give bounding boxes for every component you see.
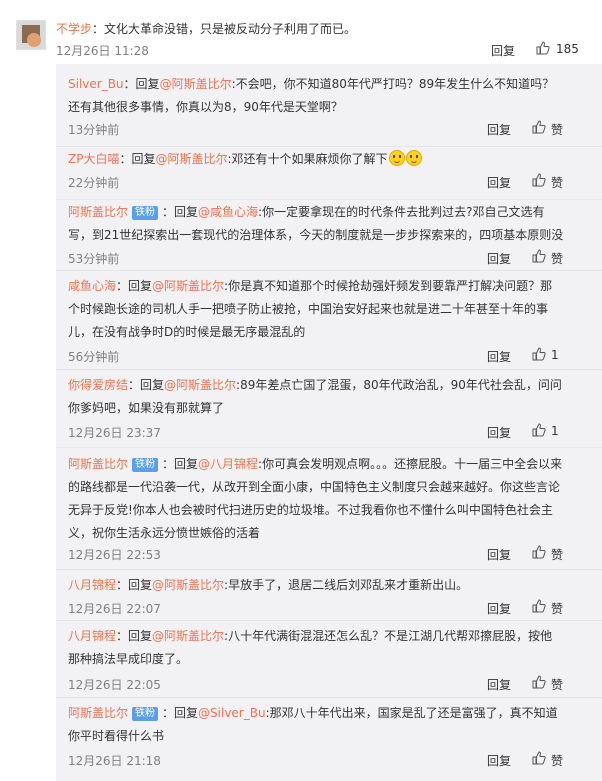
comment-author-link[interactable]: 不学步 (56, 22, 92, 36)
reply-time: 12月26日 22:05 (68, 678, 161, 692)
reply-button[interactable]: 回复 (487, 348, 511, 365)
comment-body: ：文化大革命没错，只是被反动分子利用了而已。 (92, 22, 357, 36)
reply-button[interactable]: 回复 (487, 174, 511, 191)
reply-text: 八月锦程：回复@阿斯盖比尔:早放手了，退居二线后刘邓乱来才重新出山。 (68, 574, 564, 597)
reply-body: :邓还有十个如果麻烦你了解下 (227, 152, 388, 166)
mention-link[interactable]: @阿斯盖比尔 (160, 77, 232, 91)
reply-prefix: ：回复 (162, 457, 199, 471)
reply-prefix: ：回复 (116, 279, 153, 293)
mention-link[interactable]: @Silver_Bu (198, 706, 266, 720)
reply-button[interactable]: 回复 (487, 752, 511, 769)
like-button[interactable]: 赞 (551, 174, 563, 191)
like-button[interactable]: 赞 (551, 546, 563, 563)
like-count[interactable]: 185 (556, 42, 579, 56)
reply-author-link[interactable]: 八月锦程 (68, 629, 116, 643)
reply-text: ZP大白喵：回复@阿斯盖比尔:邓还有十个如果麻烦你了解下 (68, 148, 564, 171)
reply-prefix: ：回复 (116, 578, 153, 592)
like-button[interactable]: 赞 (551, 600, 563, 617)
list-item: 阿斯盖比尔 铁粉 ：回复@咸鱼心海:你一定要拿现在的时代条件去批判过去?邓自己文选有… (56, 199, 602, 276)
reply-author-link[interactable]: 八月锦程 (68, 578, 116, 592)
list-item: 八月锦程：回复@阿斯盖比尔:八十年代满街混混还怎么乱？不是江湖几代帮邓擦屁股，按… (56, 620, 602, 696)
reply-body: :早放手了，退居二线后刘邓乱来才重新出山。 (224, 578, 469, 592)
reply-text: 咸鱼心海：回复@阿斯盖比尔:你是真不知道那个时候抢劫强奸频发到要靠严打解决问题？… (68, 275, 564, 344)
reply-button[interactable]: 回复 (491, 42, 515, 59)
reply-time: 12月26日 22:07 (68, 602, 161, 616)
comment-text: 不学步：文化大革命没错，只是被反动分子利用了而已。 (56, 20, 356, 38)
reply-author-link[interactable]: 咸鱼心海 (68, 279, 116, 293)
reply-button[interactable]: 回复 (487, 676, 511, 693)
list-item: 阿斯盖比尔 铁粉 ：回复@Silver_Bu:那邓八十年代出来，国家是乱了还是富强了… (56, 697, 602, 781)
reply-time: 22分钟前 (68, 176, 120, 190)
fan-badge: 铁粉 (132, 707, 159, 721)
reply-time: 12月26日 21:18 (68, 754, 161, 768)
thumbs-up-icon[interactable] (536, 41, 550, 55)
reply-text: 阿斯盖比尔 铁粉 ：回复@八月锦程:你可真会发明观点啊。。。还擦屁股。十一届三中全会… (68, 453, 564, 545)
reply-button[interactable]: 回复 (487, 424, 511, 441)
list-item: Silver_Bu：回复@阿斯盖比尔:不会吧，你不知道80年代严打吗？89年发生… (56, 64, 602, 146)
mention-link[interactable]: @八月锦程 (198, 457, 258, 471)
list-item: 你得爱房结：回复@阿斯盖比尔:89年差点亡国了混蛋，80年代政治乱，90年代社会… (56, 369, 602, 449)
mention-link[interactable]: @阿斯盖比尔 (152, 279, 224, 293)
list-item: 咸鱼心海：回复@阿斯盖比尔:你是真不知道那个时候抢劫强奸频发到要靠严打解决问题？… (56, 270, 602, 373)
reply-prefix: ：回复 (119, 152, 156, 166)
thumbs-up-icon[interactable] (532, 249, 546, 263)
reply-author-link[interactable]: Silver_Bu (68, 77, 124, 91)
reply-time: 13分钟前 (68, 123, 120, 137)
like-button[interactable]: 赞 (551, 676, 563, 693)
reply-text: 你得爱房结：回复@阿斯盖比尔:89年差点亡国了混蛋，80年代政治乱，90年代社会… (68, 374, 564, 420)
thumbs-up-icon[interactable] (532, 423, 546, 437)
thumbs-up-icon[interactable] (532, 347, 546, 361)
smile-emoji-icon (388, 150, 405, 166)
thumbs-up-icon[interactable] (532, 599, 546, 613)
list-item: 阿斯盖比尔 铁粉 ：回复@八月锦程:你可真会发明观点啊。。。还擦屁股。十一届三中全会… (56, 447, 602, 567)
like-count[interactable]: 1 (551, 424, 559, 438)
like-count[interactable]: 1 (551, 348, 559, 362)
reply-prefix: ：回复 (128, 378, 165, 392)
mention-link[interactable]: @阿斯盖比尔 (155, 152, 227, 166)
like-button[interactable]: 赞 (551, 121, 563, 138)
thumbs-up-icon[interactable] (532, 751, 546, 765)
reply-author-link[interactable]: 阿斯盖比尔 (68, 205, 128, 219)
mention-link[interactable]: @阿斯盖比尔 (164, 378, 236, 392)
list-item: 八月锦程：回复@阿斯盖比尔:早放手了，退居二线后刘邓乱来才重新出山。 12月26… (56, 569, 602, 621)
comment-time: 12月26日 11:28 (56, 44, 149, 58)
reply-time: 56分钟前 (68, 350, 120, 364)
thumbs-up-icon[interactable] (532, 675, 546, 689)
thumbs-up-icon[interactable] (532, 120, 546, 134)
mention-link[interactable]: @咸鱼心海 (198, 205, 258, 219)
reply-button[interactable]: 回复 (487, 546, 511, 563)
reply-time: 12月26日 23:37 (68, 426, 161, 440)
thumbs-up-icon[interactable] (532, 173, 546, 187)
top-comment: 不学步：文化大革命没错，只是被反动分子利用了而已。 12月26日 11:28 回… (0, 0, 602, 64)
reply-time: 12月26日 22:53 (68, 548, 161, 562)
like-button[interactable]: 赞 (551, 752, 563, 769)
reply-button[interactable]: 回复 (487, 600, 511, 617)
reply-author-link[interactable]: 你得爱房结 (68, 378, 128, 392)
mention-link[interactable]: @阿斯盖比尔 (152, 629, 224, 643)
fan-badge: 铁粉 (132, 458, 159, 472)
smile-emoji-icon (405, 150, 422, 166)
reply-prefix: ：回复 (162, 205, 199, 219)
list-item: ZP大白喵：回复@阿斯盖比尔:邓还有十个如果麻烦你了解下 22分钟前 回复 赞 (56, 146, 602, 199)
reply-button[interactable]: 回复 (487, 250, 511, 267)
reply-text: 阿斯盖比尔 铁粉 ：回复@Silver_Bu:那邓八十年代出来，国家是乱了还是富强了… (68, 702, 564, 748)
mention-link[interactable]: @阿斯盖比尔 (152, 578, 224, 592)
reply-button[interactable]: 回复 (487, 121, 511, 138)
fan-badge: 铁粉 (132, 206, 159, 220)
reply-prefix: ：回复 (162, 706, 199, 720)
reply-text: 八月锦程：回复@阿斯盖比尔:八十年代满街混混还怎么乱？不是江湖几代帮邓擦屁股，按… (68, 625, 564, 671)
reply-author-link[interactable]: ZP大白喵 (68, 152, 119, 166)
reply-author-link[interactable]: 阿斯盖比尔 (68, 706, 128, 720)
reply-prefix: ：回复 (123, 77, 160, 91)
thumbs-up-icon[interactable] (532, 545, 546, 559)
reply-time: 53分钟前 (68, 252, 120, 266)
avatar[interactable] (16, 20, 46, 50)
reply-author-link[interactable]: 阿斯盖比尔 (68, 457, 128, 471)
like-button[interactable]: 赞 (551, 250, 563, 267)
reply-text: Silver_Bu：回复@阿斯盖比尔:不会吧，你不知道80年代严打吗？89年发生… (68, 73, 564, 119)
reply-prefix: ：回复 (116, 629, 153, 643)
reply-text: 阿斯盖比尔 铁粉 ：回复@咸鱼心海:你一定要拿现在的时代条件去批判过去?邓自己文选有… (68, 201, 564, 247)
